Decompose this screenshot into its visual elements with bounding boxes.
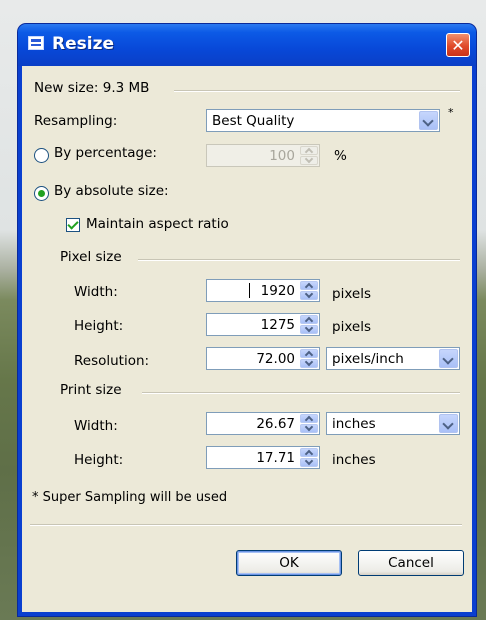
spin-up-icon (300, 146, 318, 155)
resampling-label: Resampling: (34, 113, 118, 129)
window-title: Resize (52, 34, 114, 54)
resampling-note-marker: * (448, 106, 454, 119)
maintain-aspect-checkbox[interactable] (66, 218, 80, 232)
spin-down-icon[interactable] (300, 458, 318, 467)
maintain-aspect-label[interactable]: Maintain aspect ratio (86, 216, 229, 232)
pixel-height-unit: pixels (332, 319, 371, 335)
spin-down-icon[interactable] (300, 325, 318, 334)
print-width-label: Width: (74, 418, 118, 434)
print-width-value: 26.67 (256, 416, 295, 432)
pixel-height-label: Height: (74, 318, 124, 334)
resampling-select[interactable]: Best Quality (206, 109, 440, 132)
ok-button[interactable]: OK (236, 550, 342, 576)
pixel-size-divider (138, 259, 460, 261)
pixel-width-label: Width: (74, 284, 118, 300)
spin-down-icon[interactable] (300, 424, 318, 433)
spin-up-icon[interactable] (300, 448, 318, 457)
text-caret (249, 283, 250, 298)
pixel-size-heading: Pixel size (60, 249, 122, 265)
resampling-value: Best Quality (212, 113, 295, 129)
footer-divider (30, 524, 462, 526)
chevron-down-icon[interactable] (419, 111, 438, 130)
resize-dialog: Resize ✕ New size: 9.3 MB Resampling: Be… (18, 24, 476, 616)
pixel-height-input[interactable]: 1275 (206, 313, 320, 336)
resolution-unit-value: pixels/inch (332, 351, 404, 367)
chevron-down-icon[interactable] (439, 349, 458, 368)
resolution-input[interactable]: 72.00 (206, 347, 320, 370)
spin-up-icon[interactable] (300, 281, 318, 290)
cancel-button[interactable]: Cancel (358, 550, 464, 576)
close-button[interactable]: ✕ (446, 33, 470, 57)
chevron-down-icon[interactable] (439, 414, 458, 433)
percentage-value: 100 (269, 148, 295, 164)
window-icon (28, 36, 44, 50)
print-height-unit: inches (332, 452, 376, 468)
resolution-unit-select[interactable]: pixels/inch (326, 347, 460, 370)
resolution-label: Resolution: (74, 353, 150, 369)
super-sampling-footnote: * Super Sampling will be used (32, 490, 228, 505)
spin-up-icon[interactable] (300, 349, 318, 358)
new-size-label: New size: 9.3 MB (34, 80, 150, 96)
dialog-body: New size: 9.3 MB Resampling: Best Qualit… (22, 66, 472, 612)
by-percentage-label[interactable]: By percentage: (54, 145, 157, 161)
spin-up-icon[interactable] (300, 315, 318, 324)
pixel-width-value: 1920 (260, 283, 295, 299)
print-size-heading: Print size (60, 382, 122, 398)
print-width-input[interactable]: 26.67 (206, 412, 320, 435)
print-size-divider (142, 392, 460, 394)
percentage-spinner: 100 (206, 144, 320, 167)
spin-down-icon[interactable] (300, 291, 318, 300)
spin-up-icon[interactable] (300, 414, 318, 423)
print-height-input[interactable]: 17.71 (206, 446, 320, 469)
by-percentage-radio[interactable] (34, 148, 49, 163)
pixel-width-input[interactable]: 1920 (206, 279, 320, 302)
pixel-width-unit: pixels (332, 286, 371, 302)
new-size-divider (174, 90, 460, 92)
print-width-unit-select[interactable]: inches (326, 412, 460, 435)
print-height-label: Height: (74, 452, 124, 468)
spin-down-icon[interactable] (300, 359, 318, 368)
print-height-value: 17.71 (256, 450, 295, 466)
spin-down-icon (300, 156, 318, 165)
print-width-unit-value: inches (332, 416, 376, 432)
title-bar[interactable]: Resize ✕ (18, 24, 476, 66)
percentage-unit: % (334, 148, 347, 164)
resolution-value: 72.00 (256, 351, 295, 367)
pixel-height-value: 1275 (260, 317, 295, 333)
by-absolute-size-label[interactable]: By absolute size: (54, 183, 169, 199)
by-absolute-size-radio[interactable] (34, 186, 49, 201)
